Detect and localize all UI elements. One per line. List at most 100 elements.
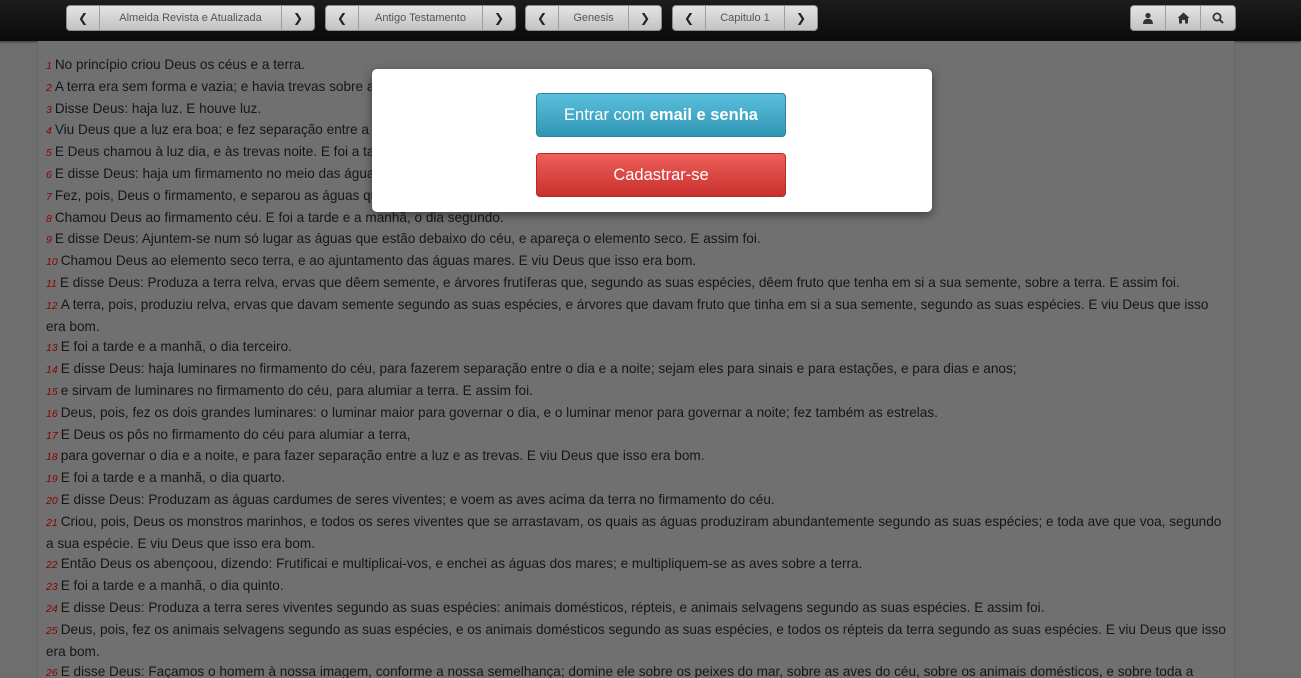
login-button-prefix: Entrar com	[564, 105, 645, 124]
verse-number: 7	[46, 190, 52, 203]
version-label[interactable]: Almeida Revista e Atualizada	[100, 6, 281, 30]
verse-number: 26	[46, 667, 58, 678]
verse-number: 22	[46, 559, 58, 572]
testament-label[interactable]: Antigo Testamento	[359, 6, 482, 30]
verse-item: 9E disse Deus: Ajuntem-se num só lugar a…	[46, 229, 1226, 251]
search-button[interactable]	[1200, 6, 1235, 30]
testament-next-button[interactable]: ❯	[482, 6, 515, 30]
chapter-label[interactable]: Capitulo 1	[706, 6, 784, 30]
signup-button[interactable]: Cadastrar-se	[536, 153, 786, 197]
login-modal: Entrar com email e senha Cadastrar-se	[372, 69, 932, 212]
verse-item: 23 E foi a tarde e a manhã, o dia quinto.	[46, 576, 1226, 598]
testament-prev-button[interactable]: ❮	[326, 6, 359, 30]
verse-text: E disse Deus: Ajuntem-se num só lugar as…	[54, 231, 761, 247]
verse-number: 6	[46, 168, 52, 181]
verse-text: e sirvam de luminares no firmamento do c…	[60, 382, 533, 398]
verse-number: 1	[46, 60, 52, 72]
version-prev-button[interactable]: ❮	[67, 6, 100, 30]
verse-number: 23	[46, 581, 58, 594]
verse-text: Chamou Deus ao elemento seco terra, e ao…	[60, 253, 697, 269]
verse-number: 10	[46, 256, 58, 269]
verse-number: 24	[46, 602, 58, 615]
verse-number: 8	[46, 212, 52, 225]
chapter-selector: ❮ Capitulo 1 ❯	[672, 5, 818, 31]
verse-item: 26 E disse Deus: Façamos o homem à nossa …	[46, 662, 1226, 678]
verse-text: A terra, pois, produziu relva, ervas que…	[46, 296, 1209, 334]
chevron-left-icon: ❮	[536, 11, 548, 25]
verse-text: E disse Deus: Produzam as águas cardumes…	[60, 491, 775, 507]
verse-number: 11	[46, 277, 57, 290]
home-icon	[1177, 12, 1189, 24]
user-button[interactable]	[1131, 6, 1165, 30]
verse-number: 4	[46, 125, 52, 138]
top-navbar: ❮ Almeida Revista e Atualizada ❯ ❮ Antig…	[0, 0, 1301, 41]
verse-text: Disse Deus: haja luz. E houve luz.	[54, 100, 262, 116]
chapter-prev-button[interactable]: ❮	[673, 6, 706, 30]
verse-text: No princípio criou Deus os céus e a terr…	[54, 57, 305, 72]
book-next-button[interactable]: ❯	[628, 6, 661, 30]
chevron-right-icon: ❯	[639, 11, 651, 25]
chevron-left-icon: ❮	[77, 11, 89, 25]
verse-number: 3	[46, 103, 52, 116]
verse-number: 16	[46, 407, 58, 420]
login-button-emphasis: email e senha	[649, 105, 758, 124]
verse-number: 14	[46, 364, 58, 377]
verse-text: E Deus os pôs no firmamento do céu para …	[60, 426, 411, 442]
verse-item: 16 Deus, pois, fez os dois grandes lumina…	[46, 403, 1226, 425]
verse-item: 19 E foi a tarde e a manhã, o dia quarto.	[46, 468, 1226, 490]
verse-text: E disse Deus: haja luminares no firmamen…	[60, 361, 1017, 377]
book-label[interactable]: Genesis	[559, 6, 628, 30]
verse-text: Então Deus os abençoou, dizendo: Frutifi…	[60, 556, 863, 572]
signup-button-label: Cadastrar-se	[613, 165, 709, 184]
chevron-right-icon: ❯	[292, 11, 304, 25]
verse-item: 20 E disse Deus: Produzam as águas cardum…	[46, 490, 1226, 512]
verse-number: 5	[46, 147, 52, 160]
verse-item: 11 E disse Deus: Produza a terra relva, e…	[46, 273, 1226, 295]
verse-text: E disse Deus: Façamos o homem à nossa im…	[60, 664, 1194, 678]
verse-text: E disse Deus: Produza a terra seres vive…	[60, 599, 1045, 615]
verse-number: 20	[46, 494, 58, 507]
verse-number: 9	[46, 234, 52, 247]
verse-number: 12	[46, 299, 58, 312]
verse-text: E foi a tarde e a manhã, o dia terceiro.	[60, 339, 292, 355]
home-button[interactable]	[1165, 6, 1200, 30]
verse-number: 25	[46, 624, 58, 637]
testament-selector: ❮ Antigo Testamento ❯	[325, 5, 516, 31]
verse-text: E disse Deus: Produza a terra relva, erv…	[59, 274, 1180, 290]
verse-item: 13 E foi a tarde e a manhã, o dia terceir…	[46, 337, 1226, 359]
verse-item: 24 E disse Deus: Produza a terra seres vi…	[46, 598, 1226, 620]
verse-text: para governar o dia e a noite, e para fa…	[60, 448, 705, 464]
chevron-right-icon: ❯	[795, 11, 807, 25]
chapter-next-button[interactable]: ❯	[784, 6, 817, 30]
verse-number: 17	[46, 429, 58, 442]
verse-number: 2	[46, 81, 52, 94]
verse-text: E foi a tarde e a manhã, o dia quarto.	[60, 470, 286, 486]
book-prev-button[interactable]: ❮	[526, 6, 559, 30]
version-next-button[interactable]: ❯	[281, 6, 314, 30]
user-icon	[1143, 12, 1153, 24]
verse-number: 19	[46, 473, 58, 486]
chevron-left-icon: ❮	[336, 11, 348, 25]
verse-item: 22 Então Deus os abençoou, dizendo: Fruti…	[46, 554, 1226, 576]
verse-number: 15	[46, 385, 58, 398]
login-email-button[interactable]: Entrar com email e senha	[536, 93, 786, 137]
verse-number: 13	[46, 342, 58, 355]
version-selector: ❮ Almeida Revista e Atualizada ❯	[66, 5, 315, 31]
account-tools	[1130, 5, 1236, 31]
verse-text: Deus, pois, fez os dois grandes luminare…	[60, 404, 938, 420]
verse-item: 21 Criou, pois, Deus os monstros marinhos…	[46, 512, 1226, 555]
book-selector: ❮ Genesis ❯	[525, 5, 662, 31]
verse-item: 10 Chamou Deus ao elemento seco terra, e …	[46, 251, 1226, 273]
verse-number: 21	[46, 516, 58, 529]
verse-item: 15 e sirvam de luminares no firmamento do…	[46, 381, 1226, 403]
chevron-right-icon: ❯	[493, 11, 505, 25]
verse-item: 17 E Deus os pôs no firmamento do céu par…	[46, 425, 1226, 447]
verse-item: 14 E disse Deus: haja luminares no firmam…	[46, 359, 1226, 381]
verse-text: Criou, pois, Deus os monstros marinhos, …	[46, 513, 1222, 551]
search-icon	[1212, 12, 1224, 24]
verse-item: 25 Deus, pois, fez os animais selvagens s…	[46, 620, 1226, 663]
verse-text: Deus, pois, fez os animais selvagens seg…	[46, 621, 1226, 659]
verse-item: 12 A terra, pois, produziu relva, ervas q…	[46, 295, 1226, 338]
chevron-left-icon: ❮	[683, 11, 695, 25]
verse-number: 18	[46, 451, 58, 464]
